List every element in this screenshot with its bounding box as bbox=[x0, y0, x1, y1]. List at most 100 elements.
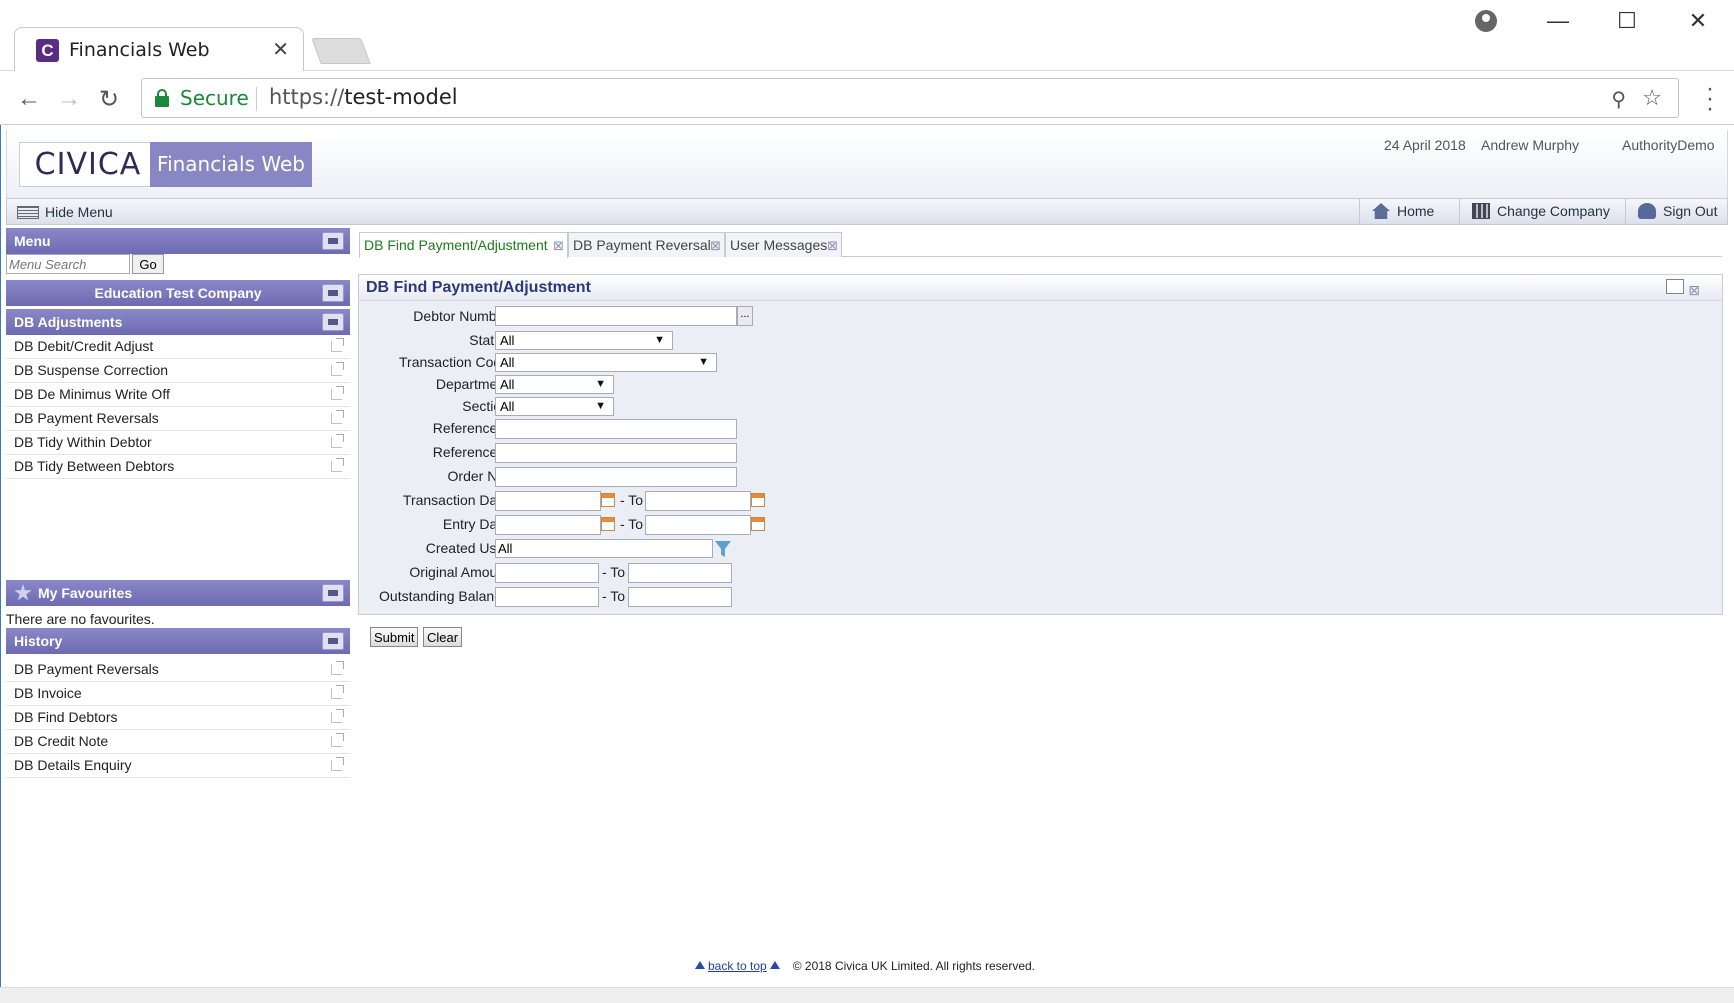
tab-db-payment-reversal[interactable]: DB Payment Reversal ⊠ bbox=[568, 232, 725, 257]
tab-user-messages[interactable]: User Messages ⊠ bbox=[725, 232, 842, 257]
original-amount-to-input[interactable] bbox=[628, 563, 732, 583]
menu-item[interactable]: DB Tidy Within Debtor bbox=[6, 431, 350, 455]
entry-date-to-input[interactable] bbox=[645, 515, 751, 535]
tab-close-icon[interactable]: ⊠ bbox=[553, 234, 564, 258]
history-item[interactable]: DB Invoice bbox=[6, 682, 350, 706]
menu-item[interactable]: DB Debit/Credit Adjust bbox=[6, 335, 350, 359]
status-bar bbox=[0, 987, 1734, 1003]
url-text[interactable]: https://test-model bbox=[269, 85, 458, 109]
history-collapse-icon[interactable] bbox=[322, 632, 344, 650]
created-user-field[interactable]: All bbox=[495, 539, 713, 558]
reference2-input[interactable] bbox=[495, 443, 737, 463]
menu-search-go-button[interactable]: Go bbox=[132, 254, 164, 274]
tab-db-find-payment[interactable]: DB Find Payment/Adjustment ⊠ bbox=[359, 232, 568, 258]
menu-item-label: DB Suspense Correction bbox=[14, 362, 169, 378]
popout-icon[interactable] bbox=[331, 386, 344, 400]
form-window-icon[interactable] bbox=[1666, 279, 1684, 294]
status-select[interactable]: All ▼ bbox=[495, 331, 673, 350]
department-select[interactable]: All ▼ bbox=[495, 375, 614, 394]
section-up-icon[interactable] bbox=[322, 313, 344, 331]
tab-close-icon[interactable]: ✕ bbox=[272, 37, 289, 62]
transaction-date-from-input[interactable] bbox=[495, 491, 601, 511]
back-to-top-link[interactable]: back to top bbox=[708, 959, 767, 973]
menu-item[interactable]: DB Suspense Correction bbox=[6, 359, 350, 383]
menu-item[interactable]: DB De Minimus Write Off bbox=[6, 383, 350, 407]
menu-item-label: DB Tidy Between Debtors bbox=[14, 458, 175, 474]
transaction-date-to-input[interactable] bbox=[645, 491, 751, 511]
tab-close-icon[interactable]: ⊠ bbox=[827, 234, 838, 258]
filter-icon[interactable] bbox=[715, 541, 731, 557]
sign-out-link[interactable]: Sign Out bbox=[1625, 199, 1727, 224]
menu-search-input[interactable] bbox=[6, 254, 130, 274]
company-icon bbox=[1472, 203, 1490, 219]
browser-titlebar: C Financials Web ✕ — ☐ ✕ bbox=[0, 0, 1734, 72]
hide-menu-button[interactable]: Hide Menu bbox=[17, 204, 113, 220]
popout-icon[interactable] bbox=[331, 757, 344, 771]
clear-button[interactable]: Clear bbox=[423, 627, 463, 647]
calendar-icon[interactable] bbox=[601, 493, 615, 507]
back-icon[interactable]: ← bbox=[17, 85, 41, 113]
menu-search-row: Go bbox=[6, 254, 350, 276]
debtor-lookup-button[interactable]: ... bbox=[737, 306, 753, 326]
db-adjustments-header[interactable]: DB Adjustments bbox=[6, 309, 350, 335]
history-item[interactable]: DB Details Enquiry bbox=[6, 754, 350, 778]
change-company-link[interactable]: Change Company bbox=[1459, 199, 1625, 224]
home-link[interactable]: Home bbox=[1359, 199, 1459, 224]
popout-icon[interactable] bbox=[331, 458, 344, 472]
browser-menu-icon[interactable]: · · · bbox=[1700, 77, 1720, 121]
sign-out-icon bbox=[1638, 203, 1656, 219]
reload-icon[interactable]: ↻ bbox=[99, 85, 119, 114]
zoom-icon[interactable]: ⚲ bbox=[1611, 87, 1626, 112]
app-menubar: Hide Menu Home Change Company Sign Out bbox=[6, 198, 1728, 225]
account-icon[interactable] bbox=[1475, 10, 1497, 32]
header-authority: AuthorityDemo bbox=[1622, 137, 1715, 153]
original-amount-from-input[interactable] bbox=[495, 563, 599, 583]
favourites-collapse-icon[interactable] bbox=[322, 584, 344, 602]
outstanding-balance-from-input[interactable] bbox=[495, 587, 599, 607]
popout-icon[interactable] bbox=[331, 685, 344, 699]
calendar-icon[interactable] bbox=[751, 517, 765, 531]
outstanding-balance-to-input[interactable] bbox=[628, 587, 732, 607]
popout-icon[interactable] bbox=[331, 709, 344, 723]
close-window-icon[interactable]: ✕ bbox=[1678, 8, 1718, 34]
history-list: DB Payment Reversals DB Invoice DB Find … bbox=[6, 658, 350, 778]
popout-icon[interactable] bbox=[331, 661, 344, 675]
company-collapse-icon[interactable] bbox=[322, 284, 344, 302]
calendar-icon[interactable] bbox=[601, 517, 615, 531]
new-tab-button[interactable] bbox=[311, 38, 371, 64]
minimize-icon[interactable]: — bbox=[1538, 8, 1578, 34]
section-label: Section bbox=[462, 398, 509, 414]
history-item[interactable]: DB Credit Note bbox=[6, 730, 350, 754]
menu-item[interactable]: DB Tidy Between Debtors bbox=[6, 455, 350, 479]
page-footer: back to top © 2018 Civica UK Limited. Al… bbox=[692, 959, 1035, 973]
submit-button[interactable]: Submit bbox=[370, 627, 419, 647]
history-item[interactable]: DB Find Debtors bbox=[6, 706, 350, 730]
menu-item[interactable]: DB Payment Reversals bbox=[6, 407, 350, 431]
popout-icon[interactable] bbox=[331, 338, 344, 352]
popout-icon[interactable] bbox=[331, 434, 344, 448]
order-no-input[interactable] bbox=[495, 467, 737, 487]
transaction-code-select[interactable]: All ▼ bbox=[495, 353, 717, 372]
header-user: Andrew Murphy bbox=[1481, 137, 1580, 153]
reference1-input[interactable] bbox=[495, 419, 737, 439]
form-close-icon[interactable]: ⊠ bbox=[1688, 277, 1700, 303]
popout-icon[interactable] bbox=[331, 410, 344, 424]
section-select[interactable]: All ▼ bbox=[495, 397, 614, 416]
popout-icon[interactable] bbox=[331, 362, 344, 376]
entry-date-from-input[interactable] bbox=[495, 515, 601, 535]
entry-date-label: Entry Date bbox=[442, 516, 509, 532]
forward-icon[interactable]: → bbox=[57, 85, 81, 113]
hide-menu-icon bbox=[17, 206, 39, 219]
tab-close-icon[interactable]: ⊠ bbox=[710, 234, 721, 258]
debtor-number-input[interactable] bbox=[495, 306, 737, 326]
maximize-icon[interactable]: ☐ bbox=[1607, 8, 1647, 34]
history-item[interactable]: DB Payment Reversals bbox=[6, 658, 350, 682]
popout-icon[interactable] bbox=[331, 733, 344, 747]
bookmark-star-icon[interactable]: ☆ bbox=[1642, 85, 1662, 111]
menu-collapse-icon[interactable] bbox=[322, 232, 344, 250]
browser-tab[interactable]: C Financials Web ✕ bbox=[14, 27, 304, 72]
calendar-icon[interactable] bbox=[751, 493, 765, 507]
history-item-label: DB Credit Note bbox=[14, 733, 109, 749]
address-bar[interactable]: Secure https://test-model ⚲ ☆ bbox=[141, 78, 1679, 118]
menu-item-label: DB Debit/Credit Adjust bbox=[14, 338, 154, 354]
